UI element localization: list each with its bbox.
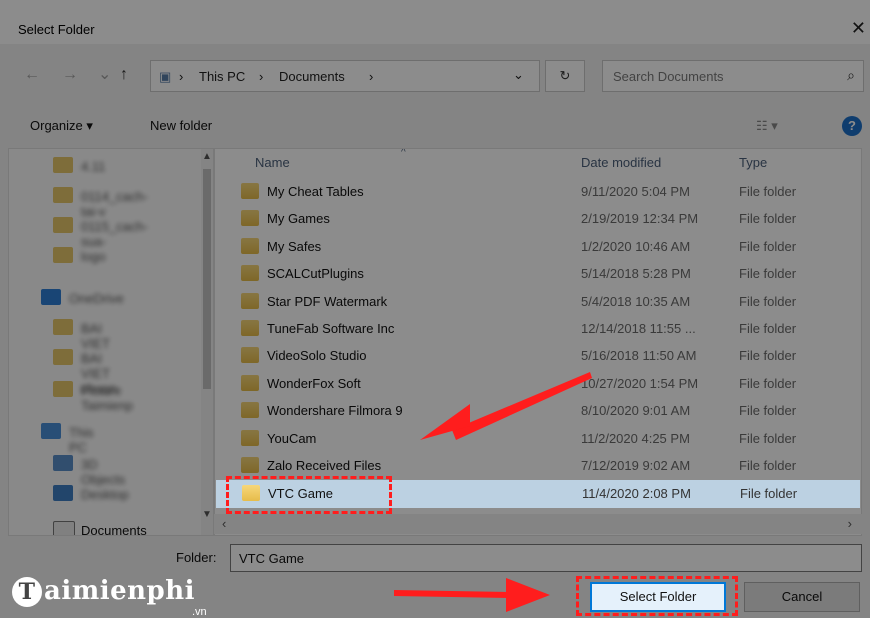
annotation-arrow-to-folder: [452, 372, 592, 440]
annotation-arrow-to-button: [394, 590, 512, 598]
annotation-arrows: [394, 372, 592, 612]
logo-text: aimienphi: [44, 576, 196, 606]
annotation-arrowhead-button: [506, 578, 550, 612]
logo-suffix: .vn: [192, 606, 207, 618]
watermark-logo: Taimienphi: [12, 576, 195, 607]
logo-initial: T: [12, 577, 42, 607]
